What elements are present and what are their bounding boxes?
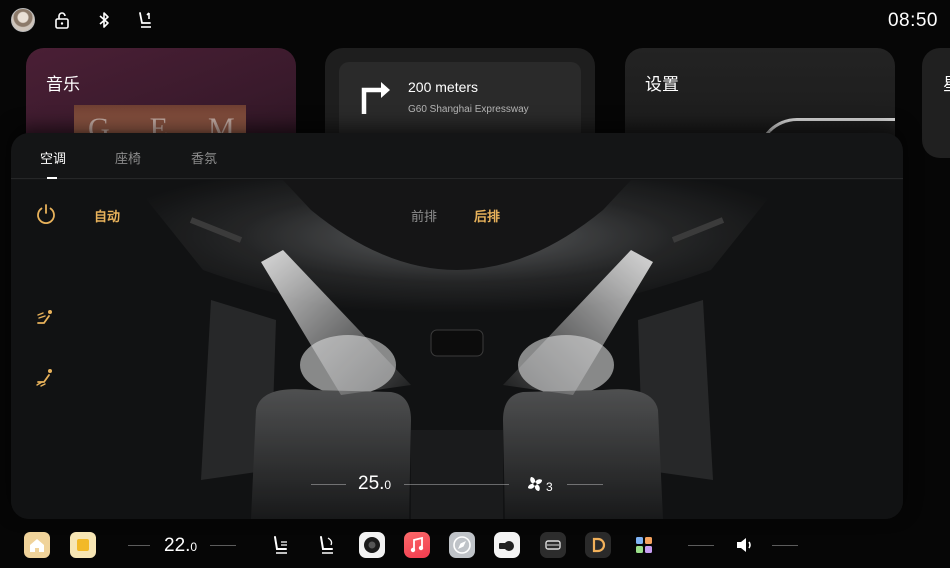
turn-right-arrow-icon — [361, 82, 390, 114]
tab-seat[interactable]: 座椅 — [115, 148, 141, 167]
dock-temp-slider-left[interactable] — [128, 545, 150, 546]
notes-icon[interactable] — [70, 532, 96, 558]
front-temperature-whole: 22. — [164, 535, 191, 556]
rear-temperature[interactable]: 25.0 — [358, 473, 391, 495]
temp-slider-left[interactable] — [311, 484, 346, 485]
front-temperature-decimal: 0 — [190, 540, 198, 554]
settings-card-title: 设置 — [645, 75, 679, 94]
unlock-icon[interactable] — [52, 10, 72, 30]
avatar[interactable] — [11, 8, 35, 32]
car-front-icon[interactable] — [540, 532, 566, 558]
zone-rear-button[interactable]: 后排 — [474, 206, 500, 225]
power-icon[interactable] — [35, 203, 57, 225]
partial-card[interactable]: 星 — [922, 48, 950, 158]
dock-temp-slider-right[interactable] — [210, 545, 236, 546]
tab-active-indicator — [47, 177, 57, 179]
dock: 22.0 — [0, 524, 950, 568]
camera-icon[interactable] — [359, 532, 385, 558]
bluetooth-icon[interactable] — [94, 10, 114, 30]
nav-road-name: G60 Shanghai Expressway — [408, 104, 529, 115]
temp-slider-right[interactable] — [404, 484, 509, 485]
airflow-face-icon[interactable] — [35, 308, 57, 330]
driver-seat-icon[interactable] — [268, 532, 294, 558]
d-icon[interactable] — [585, 532, 611, 558]
front-temperature[interactable]: 22.0 — [164, 535, 197, 557]
volume-slider-left[interactable] — [688, 545, 714, 546]
airflow-feet-icon[interactable] — [35, 367, 57, 389]
fan-icon[interactable] — [525, 474, 545, 494]
rear-temperature-decimal: 0 — [384, 478, 392, 492]
volume-slider-right[interactable] — [772, 545, 798, 546]
music-card-title: 音乐 — [46, 75, 80, 94]
rear-temperature-whole: 25. — [358, 473, 385, 494]
seat-1-icon[interactable] — [136, 10, 156, 30]
car-interior-image — [11, 180, 903, 519]
tab-ac[interactable]: 空调 — [40, 148, 66, 167]
volume-icon[interactable] — [731, 532, 757, 558]
car-camera-icon[interactable] — [494, 532, 520, 558]
fan-level: 3 — [546, 480, 553, 494]
tab-fragrance[interactable]: 香氛 — [191, 148, 217, 167]
partial-card-title: 星 — [943, 70, 950, 95]
climate-panel: 空调 座椅 香氛 自动 前排 后排 25.0 3 — [11, 133, 903, 519]
safari-icon[interactable] — [449, 532, 475, 558]
fan-slider[interactable] — [567, 484, 603, 485]
zone-front-button[interactable]: 前排 — [411, 206, 437, 225]
home-icon[interactable] — [24, 532, 50, 558]
clock: 08:50 — [887, 10, 938, 31]
nav-distance: 200 meters — [408, 79, 479, 95]
climate-tabs: 空调 座椅 香氛 — [11, 133, 903, 179]
apps-grid-icon[interactable] — [631, 532, 657, 558]
music-app-icon[interactable] — [404, 532, 430, 558]
auto-mode-button[interactable]: 自动 — [94, 206, 120, 225]
passenger-seat-icon[interactable] — [314, 532, 340, 558]
status-bar: 08:50 — [0, 0, 950, 40]
